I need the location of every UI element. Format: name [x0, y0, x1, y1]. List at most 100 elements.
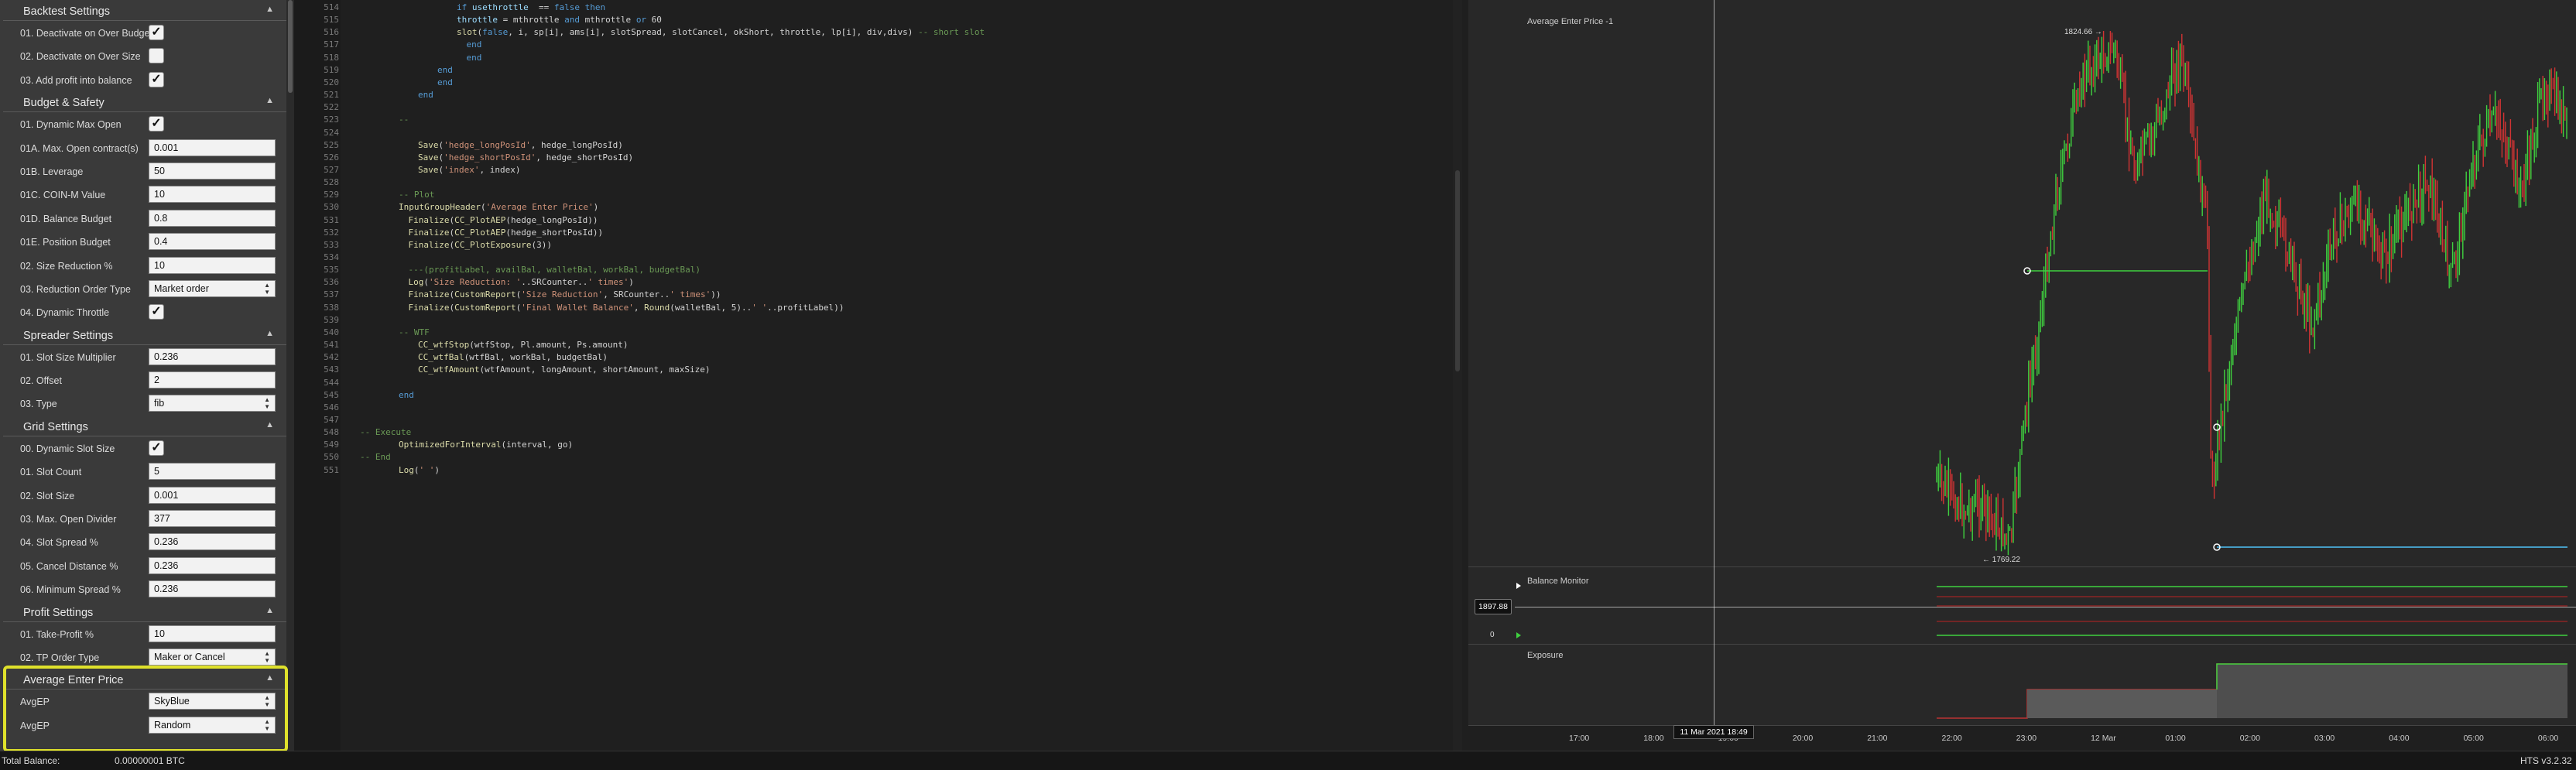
section-header[interactable]: Spreader Settings ▲ [3, 324, 291, 345]
setting-checkbox[interactable]: ✓ [149, 71, 164, 87]
setting-input[interactable]: 10 [149, 625, 276, 642]
code-token: end [399, 389, 414, 400]
collapse-icon[interactable]: ▲ [265, 96, 274, 105]
settings-panel: Backtest Settings ▲ 01. Deactivate on Over… [0, 0, 294, 751]
code-line[interactable]: end [399, 390, 414, 400]
setting-checkbox[interactable]: ✓ [149, 25, 164, 40]
setting-checkbox[interactable]: ✓ [149, 304, 164, 320]
code-line[interactable]: end [437, 77, 453, 87]
setting-input[interactable]: 0.001 [149, 139, 276, 156]
code-token: , SRCounter.. [603, 289, 670, 300]
setting-select[interactable]: Maker or Cancel ▲ ▼ [149, 648, 276, 666]
code-line[interactable]: end [467, 53, 482, 63]
code-line[interactable]: slot(false, i, sp[i], ams[i], slotSpread… [457, 27, 985, 37]
line-number: 540 [324, 327, 339, 337]
code-line[interactable]: CC_wtfAmount(wtfAmount, longAmount, shor… [418, 364, 711, 375]
exposure-pane[interactable]: Exposure [1468, 645, 2576, 726]
code-token: 'Size Reduction: ' [429, 277, 522, 288]
code-line[interactable]: end [437, 65, 453, 75]
setting-label: 03. Type [20, 399, 57, 410]
chart-area[interactable]: Average Enter Price -1 1824.66 → ← 1769.… [1468, 0, 2576, 751]
setting-checkbox[interactable] [149, 48, 164, 64]
section-header[interactable]: Grid Settings ▲ [3, 416, 291, 436]
section-header[interactable]: Budget & Safety ▲ [3, 91, 291, 113]
setting-select-value: Maker or Cancel [154, 651, 225, 662]
setting-input[interactable]: 0.236 [149, 556, 276, 574]
collapse-icon[interactable]: ▲ [265, 673, 274, 683]
code-line[interactable]: -- Execute [360, 427, 411, 437]
code-line[interactable]: -- WTF [399, 327, 430, 337]
code-token: ..profitLabel)) [767, 302, 844, 313]
code-line[interactable]: Save('hedge_longPosId', hedge_longPosId) [418, 140, 623, 150]
code-line[interactable]: Finalize(CC_PlotAEP(hedge_shortPosId)) [409, 228, 604, 238]
code-line[interactable]: end [467, 39, 482, 50]
code-line[interactable]: Save('index', index) [418, 165, 520, 175]
editor-scrollbar-thumb[interactable] [1455, 170, 1460, 371]
code-editor[interactable]: 514 515 516 517 518 519 520 521 522 523 524 525 526 5… [294, 0, 1462, 751]
settings-scrollbar-thumb[interactable] [288, 0, 293, 93]
code-token: 'hedge_shortPosId' [444, 152, 536, 163]
settings-scrollbar[interactable] [286, 0, 294, 751]
setting-select-value: Market order [154, 282, 209, 294]
setting-select[interactable]: SkyBlue ▲ ▼ [149, 693, 276, 710]
code-line[interactable]: InputGroupHeader('Average Enter Price') [399, 202, 598, 212]
collapse-icon[interactable]: ▲ [265, 606, 274, 615]
code-line[interactable]: CC_wtfBal(wtfBal, workBal, budgetBal) [418, 352, 608, 362]
setting-checkbox[interactable]: ✓ [149, 440, 164, 456]
setting-input[interactable]: 0.001 [149, 486, 276, 504]
setting-input[interactable]: 377 [149, 510, 276, 528]
setting-input[interactable]: 0.236 [149, 347, 276, 365]
setting-select[interactable]: Random ▲ ▼ [149, 716, 276, 734]
setting-checkbox[interactable]: ✓ [149, 116, 164, 132]
setting-input[interactable]: 10 [149, 256, 276, 274]
setting-select[interactable]: fib ▲ ▼ [149, 395, 276, 412]
editor-scrollbar[interactable] [1453, 0, 1462, 751]
code-line[interactable]: OptimizedForInterval(interval, go) [399, 440, 573, 450]
setting-input[interactable]: 2 [149, 371, 276, 389]
setting-input[interactable]: 0.8 [149, 209, 276, 227]
code-line[interactable]: Finalize(CustomReport('Size Reduction', … [409, 289, 721, 299]
balance-monitor-pane[interactable]: Balance Monitor 0 [1468, 567, 2576, 645]
setting-input[interactable]: 0.236 [149, 533, 276, 551]
setting-label: 02. TP Order Type [20, 652, 100, 663]
setting-input[interactable]: 50 [149, 162, 276, 180]
setting-input[interactable]: 5 [149, 463, 276, 481]
collapse-icon[interactable]: ▲ [265, 5, 274, 14]
setting-input[interactable]: 10 [149, 186, 276, 204]
code-line[interactable]: throttle = mthrottle and mthrottle or 60 [457, 15, 662, 25]
code-line[interactable]: Save('hedge_shortPosId', hedge_shortPosI… [418, 152, 633, 163]
setting-select-value: fib [154, 398, 165, 409]
code-line[interactable]: end [418, 90, 433, 100]
setting-row: 01. Slot Size Multiplier 0.236 [0, 345, 294, 368]
setting-label: 06. Minimum Spread % [20, 584, 121, 596]
code-line[interactable]: Finalize(CC_PlotExposure(3)) [409, 240, 552, 250]
section-header[interactable]: Backtest Settings ▲ [3, 0, 291, 21]
code-line[interactable]: -- End [360, 452, 391, 462]
code-line[interactable]: Log('Size Reduction: '..SRCounter..' tim… [409, 277, 634, 287]
setting-row: 01C. COIN-M Value 10 [0, 183, 294, 206]
setting-row: 03. Type fib ▲ ▼ [0, 392, 294, 415]
code-line[interactable]: CC_wtfStop(wtfStop, Pl.amount, Ps.amount… [418, 340, 629, 350]
total-balance-label: Total Balance: [2, 755, 60, 766]
setting-input[interactable]: 0.236 [149, 580, 276, 598]
section-header[interactable]: Average Enter Price ▲ [3, 669, 291, 690]
code-token: Save [418, 139, 439, 150]
code-token: end [437, 77, 453, 87]
collapse-icon[interactable]: ▲ [265, 420, 274, 429]
code-line[interactable]: -- [399, 115, 409, 125]
code-line[interactable]: if usethrottle == false then [457, 2, 605, 12]
price-pane[interactable]: Average Enter Price -1 1824.66 → ← 1769.… [1468, 0, 2576, 567]
setting-label: AvgEP [20, 696, 50, 708]
code-line[interactable]: ---(profitLabel, availBal, walletBal, wo… [409, 265, 701, 275]
code-line[interactable]: -- Plot [399, 190, 434, 200]
select-arrows-icon: ▲ ▼ [264, 717, 270, 732]
code-token: (hedge_longPosId)) [505, 214, 598, 225]
code-line[interactable]: Finalize(CustomReport('Final Wallet Bala… [409, 303, 844, 313]
code-line[interactable]: Log(' ') [399, 465, 440, 475]
collapse-icon[interactable]: ▲ [265, 329, 274, 338]
code-line[interactable]: Finalize(CC_PlotAEP(hedge_longPosId)) [409, 215, 598, 225]
setting-input[interactable]: 0.4 [149, 233, 276, 251]
setting-select[interactable]: Market order ▲ ▼ [149, 279, 276, 297]
section-header[interactable]: Profit Settings ▲ [3, 601, 291, 622]
setting-row: 01D. Balance Budget 0.8 [0, 207, 294, 230]
